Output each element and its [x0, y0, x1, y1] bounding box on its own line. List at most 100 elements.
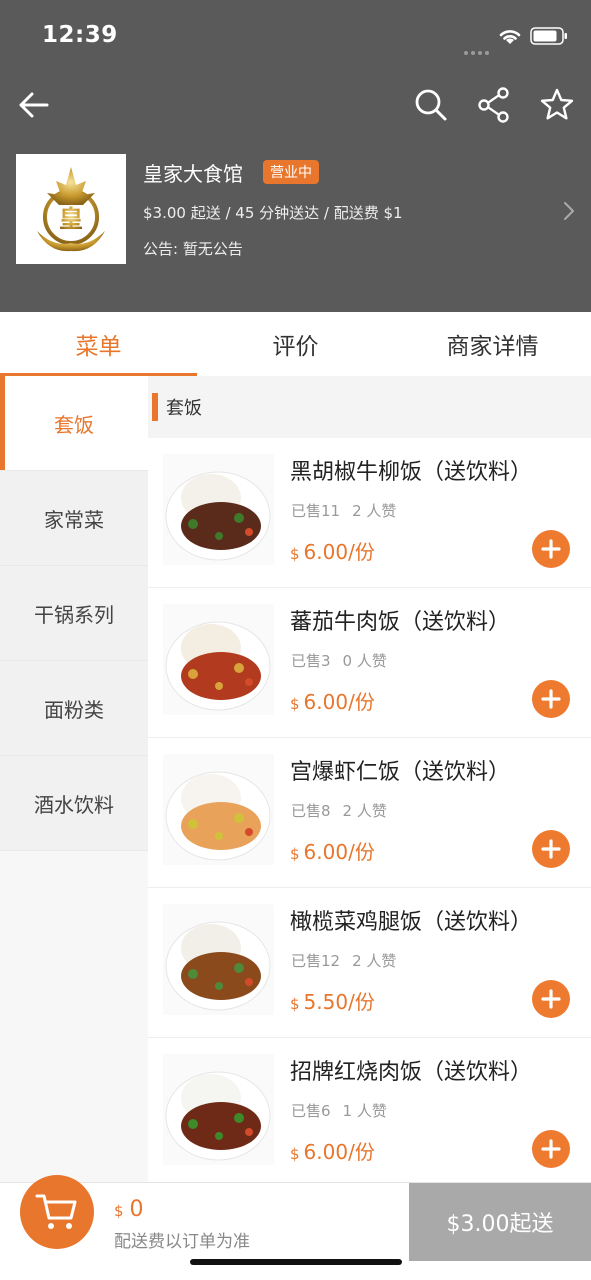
back-button[interactable]	[10, 80, 56, 130]
dish-photo	[163, 454, 274, 565]
plus-icon	[541, 539, 561, 559]
search-icon	[415, 89, 447, 121]
dish-name: 黑胡椒牛柳饭（送饮料）	[290, 460, 533, 485]
delivery-fee-note: 配送费以订单为准	[114, 1232, 250, 1252]
dish-list: 套饭 黑胡椒牛柳饭（送饮料） 已售11 2 人赞 $6.00/份 蕃茄牛肉饭（送饮料）已…	[148, 376, 591, 1182]
arrow-left-icon	[19, 92, 49, 118]
dish-like-count: 2 人赞	[342, 802, 387, 820]
add-to-cart-button[interactable]	[532, 980, 570, 1018]
shop-crest-logo: 皇	[37, 167, 105, 252]
dish-name: 蕃茄牛肉饭（送饮料）	[290, 610, 511, 635]
add-to-cart-button[interactable]	[532, 680, 570, 718]
nav-bar	[0, 80, 591, 130]
dish-name: 橄榄菜鸡腿饭（送饮料）	[290, 910, 533, 935]
dish-price: $6.00/份	[290, 836, 375, 865]
dish-sold-count: 已售6	[291, 1102, 331, 1120]
add-to-cart-button[interactable]	[532, 830, 570, 868]
dish-photo	[163, 1054, 274, 1165]
shop-notice: 公告: 暂无公告	[143, 240, 243, 258]
dish-stats: 已售11 2 人赞	[291, 500, 396, 521]
dish-price-value: 6.00/份	[303, 1140, 375, 1164]
cart-bar: $0 配送费以订单为准 $3.00起送	[0, 1175, 591, 1280]
dish-item[interactable]: 黑胡椒牛柳饭（送饮料） 已售11 2 人赞 $6.00/份	[148, 438, 591, 588]
dish-photo	[163, 904, 274, 1015]
dish-stats: 已售6 1 人赞	[291, 1100, 387, 1121]
battery-icon	[530, 27, 567, 45]
cart-currency: $	[114, 1202, 124, 1220]
dish-item[interactable]: 橄榄菜鸡腿饭（送饮料） 已售12 2 人赞 $5.50/份	[148, 888, 591, 1038]
section-title: 套饭	[166, 398, 202, 419]
checkout-button[interactable]: $3.00起送	[409, 1183, 591, 1261]
section-accent-bar	[152, 393, 158, 421]
dish-like-count: 2 人赞	[352, 952, 397, 970]
dish-name: 宫爆虾仁饭（送饮料）	[290, 760, 511, 785]
shop-info[interactable]: 皇 皇家大食馆 营业中 $3.00 起送 / 45 分钟送达 / 配送费 $1 …	[16, 154, 576, 266]
cellular-signal-icon	[464, 40, 492, 55]
shop-delivery-info: $3.00 起送 / 45 分钟送达 / 配送费 $1	[143, 204, 403, 222]
home-indicator	[190, 1259, 402, 1265]
dish-photo	[163, 754, 274, 865]
dish-photo	[163, 604, 274, 715]
dish-currency: $	[290, 845, 300, 863]
dish-price-value: 6.00/份	[303, 840, 375, 864]
wifi-icon	[499, 30, 521, 44]
dish-name: 招牌红烧肉饭（送饮料）	[290, 1060, 533, 1085]
category-item-home-dishes[interactable]: 家常菜	[0, 471, 148, 566]
dish-price-value: 6.00/份	[303, 540, 375, 564]
dish-stats: 已售12 2 人赞	[291, 950, 396, 971]
status-time: 12:39	[42, 22, 118, 48]
plus-icon	[541, 989, 561, 1009]
dish-item[interactable]: 蕃茄牛肉饭（送饮料） 已售3 0 人赞 $6.00/份	[148, 588, 591, 738]
dish-like-count: 2 人赞	[352, 502, 397, 520]
category-item-set-meals[interactable]: 套饭	[0, 376, 148, 471]
shopping-cart-icon	[35, 1194, 77, 1229]
category-item-drinks[interactable]: 酒水饮料	[0, 756, 148, 851]
dish-item[interactable]: 宫爆虾仁饭（送饮料） 已售8 2 人赞 $6.00/份	[148, 738, 591, 888]
search-button[interactable]	[408, 80, 454, 130]
category-item-noodles[interactable]: 面粉类	[0, 661, 148, 756]
category-sidebar: 套饭 家常菜 干锅系列 面粉类 酒水饮料	[0, 376, 148, 1182]
shop-name: 皇家大食馆	[143, 162, 243, 186]
dish-like-count: 1 人赞	[342, 1102, 387, 1120]
section-header: 套饭	[148, 376, 591, 438]
dish-price: $5.50/份	[290, 986, 375, 1015]
cart-button[interactable]	[20, 1175, 94, 1249]
dish-price: $6.00/份	[290, 686, 375, 715]
add-to-cart-button[interactable]	[532, 1130, 570, 1168]
dish-like-count: 0 人赞	[342, 652, 387, 670]
favorite-button[interactable]	[534, 80, 580, 130]
add-to-cart-button[interactable]	[532, 530, 570, 568]
share-button[interactable]	[471, 80, 517, 130]
cart-total: $0	[114, 1197, 144, 1222]
shop-logo: 皇	[16, 154, 126, 264]
dish-currency: $	[290, 1145, 300, 1163]
tab-shop-details[interactable]: 商家详情	[394, 312, 591, 376]
dish-sold-count: 已售3	[291, 652, 331, 670]
cart-total-amount: 0	[129, 1197, 144, 1222]
dish-currency: $	[290, 995, 300, 1013]
dish-item[interactable]: 招牌红烧肉饭（送饮料） 已售6 1 人赞 $6.00/份	[148, 1038, 591, 1182]
shop-logo-glyph: 皇	[59, 204, 83, 233]
dish-sold-count: 已售8	[291, 802, 331, 820]
shop-header: 12:39 皇 皇家大食馆 营业中 $3.00 起送 / 45 分钟送达 / 配…	[0, 0, 591, 312]
dish-sold-count: 已售12	[291, 952, 341, 970]
tab-menu[interactable]: 菜单	[0, 312, 197, 376]
tab-reviews[interactable]: 评价	[197, 312, 394, 376]
share-icon	[478, 87, 509, 123]
star-icon	[540, 88, 574, 120]
dish-currency: $	[290, 695, 300, 713]
dish-currency: $	[290, 545, 300, 563]
plus-icon	[541, 1139, 561, 1159]
dish-price-value: 6.00/份	[303, 690, 375, 714]
category-item-dry-pot[interactable]: 干锅系列	[0, 566, 148, 661]
dish-stats: 已售3 0 人赞	[291, 650, 387, 671]
plus-icon	[541, 839, 561, 859]
chevron-right-icon[interactable]	[562, 200, 576, 222]
dish-stats: 已售8 2 人赞	[291, 800, 387, 821]
dish-sold-count: 已售11	[291, 502, 341, 520]
dish-price-value: 5.50/份	[303, 990, 375, 1014]
plus-icon	[541, 689, 561, 709]
status-badge: 营业中	[263, 160, 319, 184]
shop-tabs: 菜单 评价 商家详情	[0, 312, 591, 376]
dish-price: $6.00/份	[290, 536, 375, 565]
